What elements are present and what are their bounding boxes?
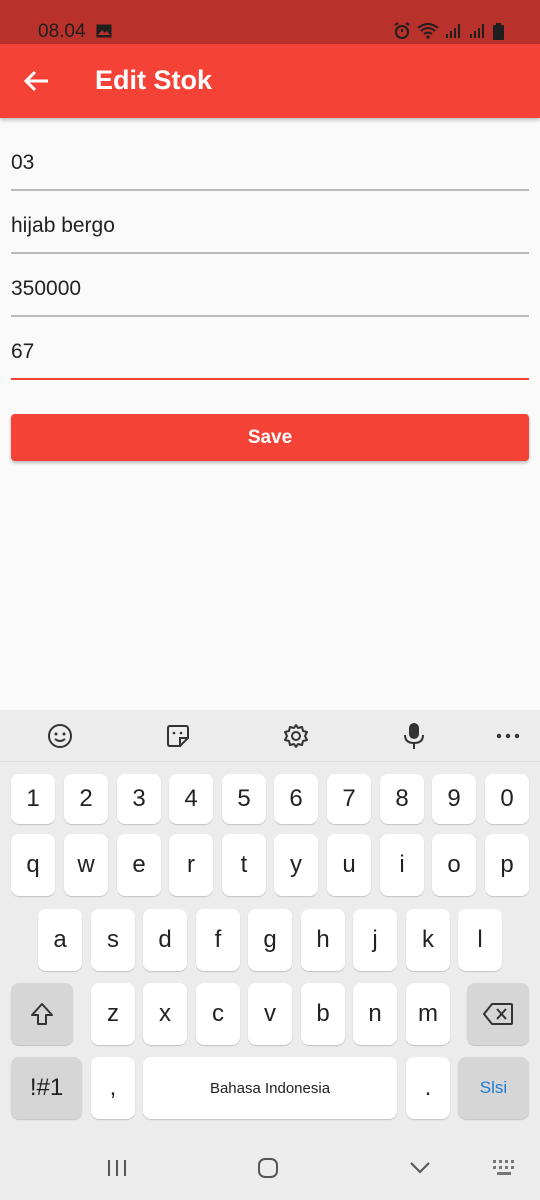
alarm-icon	[393, 22, 411, 45]
recent-apps-icon	[108, 1160, 126, 1176]
keyboard-icon	[493, 1160, 514, 1175]
key-u[interactable]: u	[327, 834, 371, 896]
microphone-icon[interactable]	[400, 722, 428, 750]
key-l[interactable]: l	[458, 909, 502, 971]
backspace-icon	[483, 1003, 513, 1025]
keyboard-toolbar	[0, 710, 540, 762]
name-input[interactable]	[11, 214, 529, 238]
backspace-key[interactable]	[467, 983, 529, 1045]
comma-key[interactable]: ,	[91, 1057, 135, 1119]
price-input[interactable]	[11, 277, 529, 301]
key-m[interactable]: m	[406, 983, 450, 1045]
code-input[interactable]	[11, 151, 529, 175]
key-n[interactable]: n	[353, 983, 397, 1045]
keyboard-switch-button[interactable]	[490, 1155, 520, 1181]
home-button[interactable]	[253, 1155, 283, 1181]
key-h[interactable]: h	[301, 909, 345, 971]
key-j[interactable]: j	[353, 909, 397, 971]
stock-field[interactable]	[11, 316, 529, 380]
home-icon	[258, 1158, 278, 1178]
key-s[interactable]: s	[91, 909, 135, 971]
key-e[interactable]: e	[117, 834, 161, 896]
key-7[interactable]: 7	[327, 774, 371, 824]
arrow-back-icon	[23, 70, 48, 92]
signal-icon-2	[469, 23, 487, 44]
signal-icon-1	[445, 23, 463, 44]
back-button[interactable]	[22, 66, 52, 96]
symbols-key[interactable]: !#1	[11, 1057, 82, 1119]
price-field[interactable]	[11, 253, 529, 317]
key-3[interactable]: 3	[117, 774, 161, 824]
key-w[interactable]: w	[64, 834, 108, 896]
space-key[interactable]: Bahasa Indonesia	[143, 1057, 397, 1119]
key-z[interactable]: z	[91, 983, 135, 1045]
page-title: Edit Stok	[95, 65, 213, 95]
status-bar: 08.04	[0, 0, 540, 44]
key-x[interactable]: x	[143, 983, 187, 1045]
key-c[interactable]: c	[196, 983, 240, 1045]
key-v[interactable]: v	[248, 983, 292, 1045]
shift-key[interactable]	[11, 983, 73, 1045]
key-k[interactable]: k	[406, 909, 450, 971]
chevron-down-icon	[410, 1162, 430, 1174]
emoji-icon[interactable]	[46, 722, 74, 750]
key-q[interactable]: q	[11, 834, 55, 896]
done-key[interactable]: Slsi	[458, 1057, 529, 1119]
key-6[interactable]: 6	[274, 774, 318, 824]
key-o[interactable]: o	[432, 834, 476, 896]
settings-gear-icon[interactable]	[282, 722, 310, 750]
stock-input[interactable]	[11, 340, 529, 364]
key-8[interactable]: 8	[380, 774, 424, 824]
wifi-icon	[417, 23, 439, 44]
key-i[interactable]: i	[380, 834, 424, 896]
key-r[interactable]: r	[169, 834, 213, 896]
key-1[interactable]: 1	[11, 774, 55, 824]
battery-icon	[493, 22, 504, 45]
key-2[interactable]: 2	[64, 774, 108, 824]
period-key[interactable]: .	[406, 1057, 450, 1119]
code-field[interactable]	[11, 127, 529, 191]
key-p[interactable]: p	[485, 834, 529, 896]
key-5[interactable]: 5	[222, 774, 266, 824]
gallery-icon	[96, 24, 112, 43]
name-field[interactable]	[11, 190, 529, 254]
key-t[interactable]: t	[222, 834, 266, 896]
key-0[interactable]: 0	[485, 774, 529, 824]
key-b[interactable]: b	[301, 983, 345, 1045]
sticker-icon[interactable]	[164, 722, 192, 750]
recent-apps-button[interactable]	[102, 1155, 132, 1181]
key-y[interactable]: y	[274, 834, 318, 896]
navigation-bar	[0, 1135, 540, 1200]
key-9[interactable]: 9	[432, 774, 476, 824]
key-d[interactable]: d	[143, 909, 187, 971]
key-g[interactable]: g	[248, 909, 292, 971]
more-icon[interactable]	[494, 722, 522, 750]
key-a[interactable]: a	[38, 909, 82, 971]
shift-icon	[31, 1003, 53, 1025]
key-4[interactable]: 4	[169, 774, 213, 824]
app-bar: Edit Stok	[0, 44, 540, 118]
save-button[interactable]: Save	[11, 414, 529, 461]
status-time: 08.04	[38, 21, 86, 42]
key-f[interactable]: f	[196, 909, 240, 971]
hide-keyboard-button[interactable]	[405, 1155, 435, 1181]
